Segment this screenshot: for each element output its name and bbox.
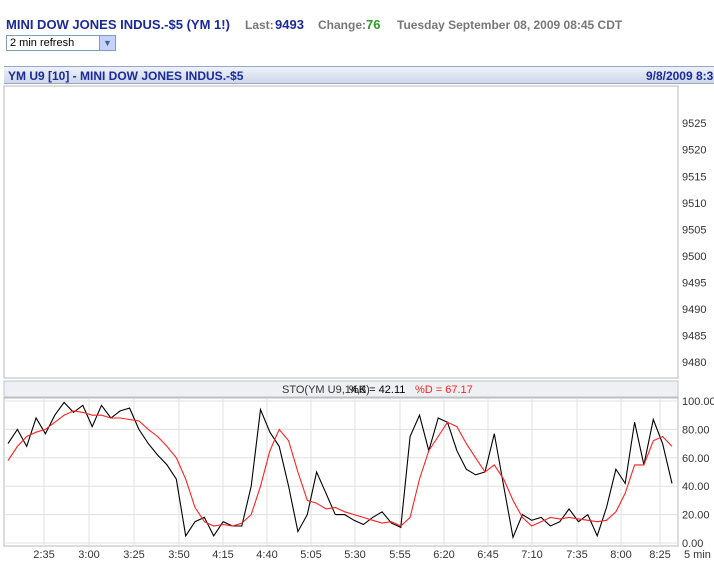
stochastic-title: STO(YM U9,14,3) %K = 42.11 %D = 67.17	[282, 384, 473, 396]
price-panel-frame	[3, 85, 679, 379]
price-tick-label: 9505	[682, 224, 706, 236]
y-axis-labels: 9480 9485 9490 9495 9500 9505 9510 9515 9520 9525…	[682, 118, 714, 550]
price-tick-label: 9500	[682, 251, 706, 263]
price-chart: 9480 9485 9490 9495 9500 9505 9510 9515 9520 9525…	[3, 85, 714, 561]
time-tick-label: 4:40	[256, 549, 277, 561]
price-tick-label: 9515	[682, 171, 706, 183]
time-tick-label: 8:00	[610, 549, 631, 561]
stochastic-tick-label: 20.00	[682, 510, 710, 522]
time-tick-label: 7:10	[521, 549, 542, 561]
price-tick-label: 9480	[682, 357, 706, 369]
time-tick-label: 6:45	[477, 549, 498, 561]
time-tick-label: 7:35	[566, 549, 587, 561]
time-tick-label: 5:55	[389, 549, 410, 561]
time-tick-label: 3:50	[168, 549, 189, 561]
time-tick-label: 5 min	[684, 549, 711, 561]
price-tick-label: 9485	[682, 331, 706, 343]
k-value-label: %K = 42.11	[349, 384, 405, 396]
time-tick-label: 6:20	[433, 549, 454, 561]
price-tick-label: 9525	[682, 118, 706, 130]
time-tick-label: 4:15	[212, 549, 233, 561]
stochastic-tick-label: 100.00	[682, 396, 714, 408]
d-value-label: %D = 67.17	[415, 384, 473, 396]
price-tick-label: 9510	[682, 198, 706, 210]
price-tick-label: 9495	[682, 277, 706, 289]
time-tick-label: 5:05	[300, 549, 321, 561]
time-tick-label: 8:25	[649, 549, 670, 561]
price-tick-label: 9520	[682, 145, 706, 157]
stochastic-tick-label: 60.00	[682, 453, 710, 465]
time-tick-label: 3:25	[123, 549, 144, 561]
x-axis-labels: 2:35 3:00 3:25 3:50 4:15 4:40 5:05 5:30 5:55 6:20…	[33, 549, 711, 561]
stochastic-tick-label: 40.00	[682, 481, 710, 493]
time-tick-label: 3:00	[78, 549, 99, 561]
time-tick-label: 5:30	[344, 549, 365, 561]
time-tick-label: 2:35	[33, 549, 54, 561]
price-tick-label: 9490	[682, 304, 706, 316]
stochastic-tick-label: 80.00	[682, 424, 710, 436]
